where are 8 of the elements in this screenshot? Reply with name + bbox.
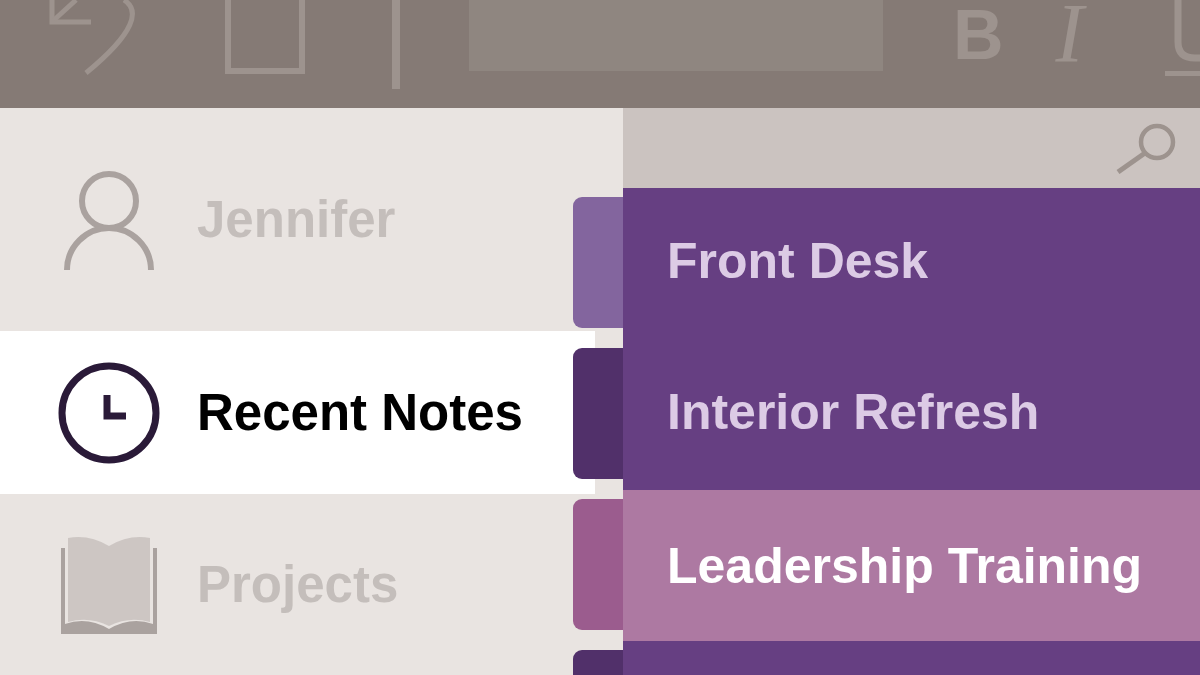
- search-icon[interactable]: [1115, 122, 1177, 174]
- undo-icon[interactable]: [48, 0, 138, 76]
- book-icon: [60, 535, 157, 634]
- person-icon: [63, 169, 154, 270]
- clock-icon: [56, 360, 161, 465]
- sidebar-item[interactable]: Recent Notes: [0, 331, 595, 494]
- page-icon[interactable]: [225, 0, 305, 74]
- underline-icon[interactable]: [1165, 0, 1200, 78]
